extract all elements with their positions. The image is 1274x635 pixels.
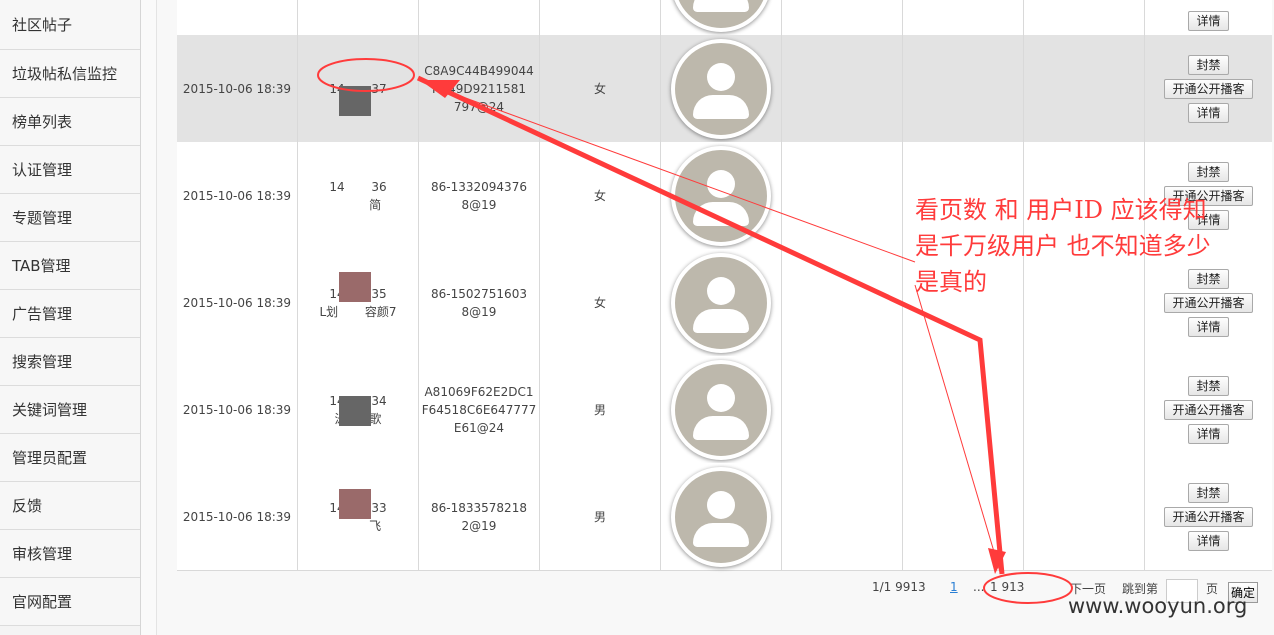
cell	[177, 0, 298, 35]
avatar	[671, 145, 771, 246]
actions-cell: 详情	[1145, 0, 1272, 35]
gender-cell: 女	[540, 142, 661, 249]
open-broadcast-button[interactable]: 开通公开播客	[1164, 399, 1253, 420]
actions-cell: 封禁 开通公开播客 详情	[1145, 463, 1272, 570]
pager-last-page[interactable]: 1 913	[990, 580, 1024, 594]
sidebar-item-topics[interactable]: 专题管理	[0, 194, 140, 242]
avatar-cell	[661, 249, 782, 356]
details-button[interactable]: 详情	[1188, 316, 1229, 337]
cell	[903, 35, 1024, 142]
user-id-cell: 14 35 L划 容颜7	[298, 249, 419, 356]
sidebar-item-verification[interactable]: 认证管理	[0, 146, 140, 194]
avatar-cell	[661, 463, 782, 570]
gender-cell: 男	[540, 463, 661, 570]
actions-cell: 封禁 开通公开播客 详情	[1145, 35, 1272, 142]
redaction-mask	[339, 489, 371, 519]
nickname: L划 容颜7	[319, 304, 397, 319]
sidebar-item-feedback[interactable]: 反馈	[0, 482, 140, 530]
cell	[782, 356, 903, 463]
user-id: 14 36	[329, 179, 387, 194]
cell	[298, 0, 419, 35]
redaction-mask	[339, 86, 371, 116]
gender-cell: 女	[540, 35, 661, 142]
time-cell: 2015-10-06 18:39	[177, 249, 298, 356]
avatar-cell	[661, 0, 782, 35]
time-cell: 2015-10-06 18:39	[177, 35, 298, 142]
time-cell: 2015-10-06 18:39	[177, 142, 298, 249]
sidebar-item-search[interactable]: 搜索管理	[0, 338, 140, 386]
sidebar-nav: 社区帖子 垃圾帖私信监控 榜单列表 认证管理 专题管理 TAB管理 广告管理 搜…	[0, 0, 141, 635]
gender-cell: 男	[540, 356, 661, 463]
user-id-cell: 14 36 简	[298, 142, 419, 249]
cell	[1024, 35, 1145, 142]
cell	[782, 463, 903, 570]
pager-ellipsis: ...	[973, 580, 985, 594]
ban-button[interactable]: 封禁	[1188, 54, 1229, 75]
cell	[419, 0, 540, 35]
redaction-mask	[339, 396, 371, 426]
details-button[interactable]: 详情	[1188, 530, 1229, 551]
cell	[782, 0, 903, 35]
open-broadcast-button[interactable]: 开通公开播客	[1164, 78, 1253, 99]
cell	[903, 463, 1024, 570]
redaction-mask	[339, 272, 371, 302]
avatar-cell	[661, 142, 782, 249]
annotation-line: 看页数 和 用户ID 应该得知	[915, 196, 1207, 224]
cell	[782, 142, 903, 249]
annotation-line: 是真的	[915, 268, 987, 296]
sidebar-item-admins[interactable]: 管理员配置	[0, 434, 140, 482]
annotation-text: 看页数 和 用户ID 应该得知 是千万级用户 也不知道多少 是真的	[915, 192, 1211, 300]
sidebar-item-tabs[interactable]: TAB管理	[0, 242, 140, 290]
account-cell: 86-1502751603 8@19	[419, 249, 540, 356]
sidebar-item-community-posts[interactable]: 社区帖子	[0, 0, 140, 50]
watermark: www.wooyun.org	[1068, 594, 1248, 618]
sidebar-gutter	[141, 0, 157, 635]
cell	[1024, 463, 1145, 570]
nickname: 飞	[334, 518, 382, 533]
open-broadcast-button[interactable]: 开通公开播客	[1164, 506, 1253, 527]
pager-current-page[interactable]: 1	[950, 580, 958, 594]
avatar	[671, 466, 771, 567]
avatar	[671, 252, 771, 353]
pager-summary: 1/1 9913	[872, 580, 926, 594]
account-cell: A81069F62E2DC1 F64518C6E647777 E61@24	[419, 356, 540, 463]
ban-button[interactable]: 封禁	[1188, 161, 1229, 182]
avatar	[671, 359, 771, 460]
sidebar-item-website-config[interactable]: 官网配置	[0, 578, 140, 626]
table-row-partial: 详情	[177, 0, 1272, 36]
cell	[782, 35, 903, 142]
avatar-cell	[661, 35, 782, 142]
sidebar-item-keywords[interactable]: 关键词管理	[0, 386, 140, 434]
account-cell: 86-1332094376 8@19	[419, 142, 540, 249]
details-button[interactable]: 详情	[1188, 423, 1229, 444]
account-cell: 86-1833578218 2@19	[419, 463, 540, 570]
sidebar-item-ads[interactable]: 广告管理	[0, 290, 140, 338]
time-cell: 2015-10-06 18:39	[177, 356, 298, 463]
cell	[1024, 356, 1145, 463]
cell	[540, 0, 661, 35]
sidebar-item-spam-monitor[interactable]: 垃圾帖私信监控	[0, 50, 140, 98]
cell	[1024, 0, 1145, 35]
time-cell: 2015-10-06 18:39	[177, 463, 298, 570]
details-button[interactable]: 详情	[1188, 11, 1229, 31]
avatar	[671, 38, 771, 139]
sidebar-item-rankings[interactable]: 榜单列表	[0, 98, 140, 146]
details-button[interactable]: 详情	[1188, 102, 1229, 123]
avatar	[671, 0, 771, 32]
gender-cell: 女	[540, 249, 661, 356]
account-cell: C8A9C44B499044 FD49D9211581 797@24	[419, 35, 540, 142]
ban-button[interactable]: 封禁	[1188, 482, 1229, 503]
cell	[903, 0, 1024, 35]
cell	[903, 356, 1024, 463]
main-content: 详情 2015-10-06 18:39 14 37 C8A9C44B499044…	[157, 0, 1274, 635]
actions-cell: 封禁 开通公开播客 详情	[1145, 356, 1272, 463]
nickname: 简	[334, 197, 382, 212]
ban-button[interactable]: 封禁	[1188, 375, 1229, 396]
cell	[782, 249, 903, 356]
sidebar-item-review[interactable]: 审核管理	[0, 530, 140, 578]
annotation-line: 是千万级用户 也不知道多少	[915, 232, 1211, 260]
avatar-cell	[661, 356, 782, 463]
